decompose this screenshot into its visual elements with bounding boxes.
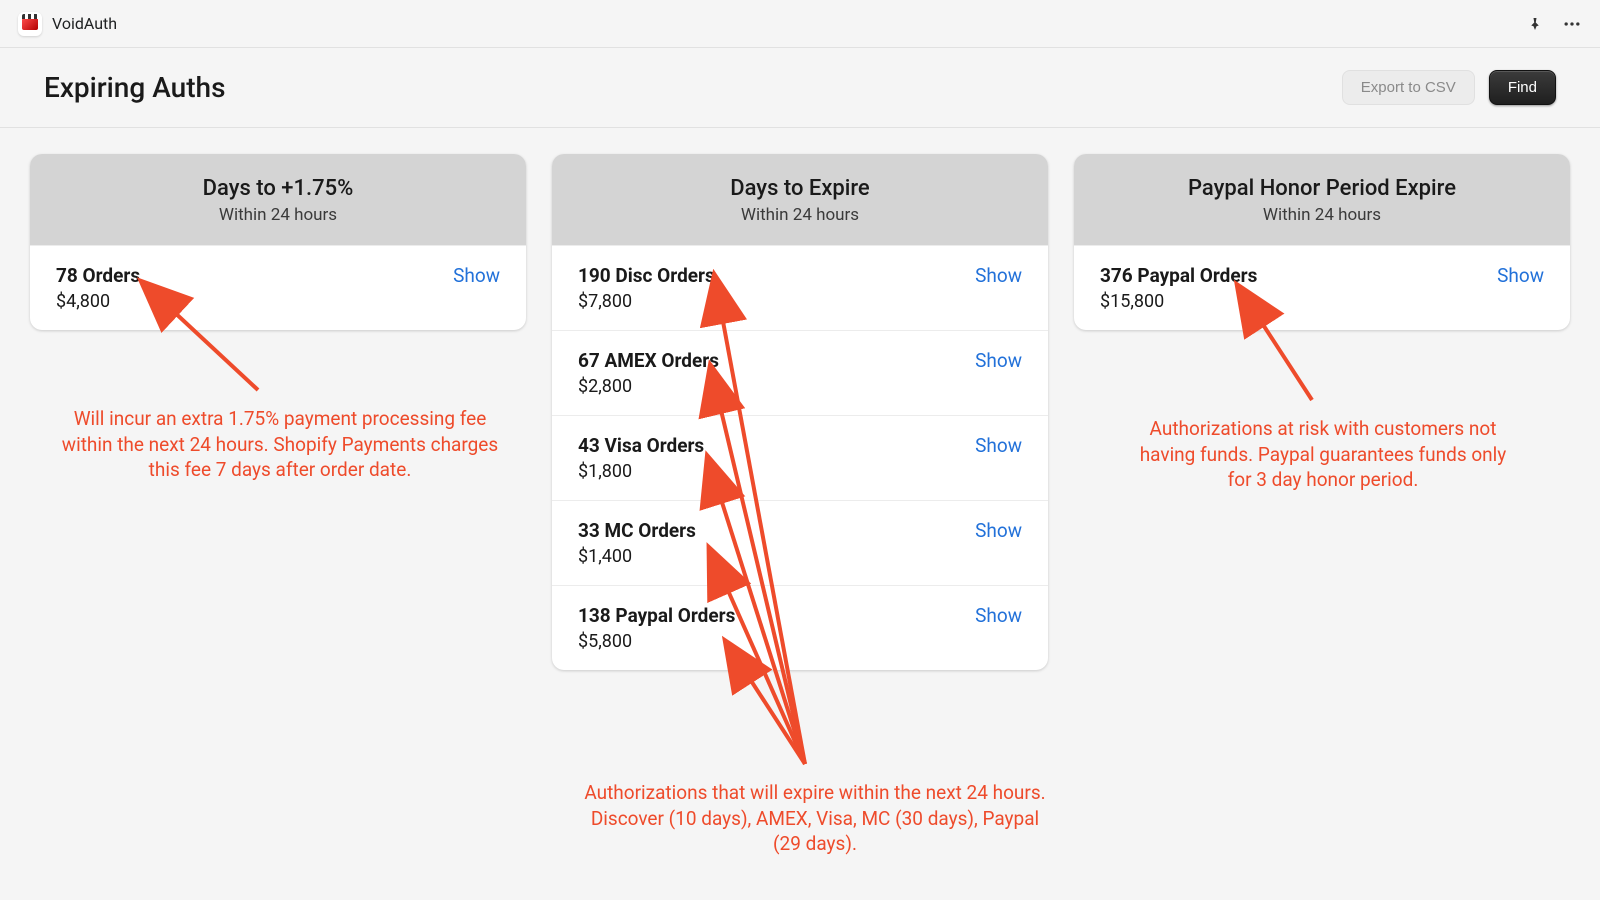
card-row: 43 Visa Orders $1,800 Show <box>552 415 1048 500</box>
card-paypal-honor: Paypal Honor Period Expire Within 24 hou… <box>1074 154 1570 330</box>
row-amount: $2,800 <box>578 376 719 397</box>
row-amount: $1,800 <box>578 461 704 482</box>
card-row: 190 Disc Orders $7,800 Show <box>552 245 1048 330</box>
show-link[interactable]: Show <box>975 519 1022 542</box>
row-amount: $7,800 <box>578 291 715 312</box>
find-button[interactable]: Find <box>1489 70 1556 105</box>
card-row: 67 AMEX Orders $2,800 Show <box>552 330 1048 415</box>
row-amount: $15,800 <box>1100 291 1257 312</box>
pin-icon[interactable] <box>1526 15 1544 33</box>
show-link[interactable]: Show <box>1497 264 1544 287</box>
card-title: Days to Expire <box>562 176 1038 201</box>
topbar-left: VoidAuth <box>18 12 117 36</box>
row-title: 376 Paypal Orders <box>1100 264 1257 287</box>
more-icon[interactable] <box>1562 14 1582 34</box>
card-header: Days to Expire Within 24 hours <box>552 154 1048 245</box>
show-link[interactable]: Show <box>453 264 500 287</box>
card-subtitle: Within 24 hours <box>40 205 516 225</box>
card-row: 138 Paypal Orders $5,800 Show <box>552 585 1048 670</box>
show-link[interactable]: Show <box>975 264 1022 287</box>
topbar: VoidAuth <box>0 0 1600 48</box>
card-row: 33 MC Orders $1,400 Show <box>552 500 1048 585</box>
card-days-to-fee: Days to +1.75% Within 24 hours 78 Orders… <box>30 154 526 330</box>
annotation-middle: Authorizations that will expire within t… <box>580 780 1050 857</box>
show-link[interactable]: Show <box>975 349 1022 372</box>
page-header: Expiring Auths Export to CSV Find <box>0 48 1600 128</box>
row-amount: $5,800 <box>578 631 735 652</box>
content: Days to +1.75% Within 24 hours 78 Orders… <box>0 128 1600 696</box>
card-subtitle: Within 24 hours <box>562 205 1038 225</box>
card-row: 78 Orders $4,800 Show <box>30 245 526 330</box>
card-header: Paypal Honor Period Expire Within 24 hou… <box>1074 154 1570 245</box>
card-days-to-expire: Days to Expire Within 24 hours 190 Disc … <box>552 154 1048 670</box>
card-row: 376 Paypal Orders $15,800 Show <box>1074 245 1570 330</box>
row-title: 78 Orders <box>56 264 140 287</box>
row-title: 43 Visa Orders <box>578 434 704 457</box>
header-actions: Export to CSV Find <box>1342 70 1556 105</box>
app-name: VoidAuth <box>52 14 117 33</box>
row-amount: $1,400 <box>578 546 696 567</box>
topbar-right <box>1526 14 1582 34</box>
card-header: Days to +1.75% Within 24 hours <box>30 154 526 245</box>
page-title: Expiring Auths <box>44 71 226 104</box>
row-title: 138 Paypal Orders <box>578 604 735 627</box>
card-title: Days to +1.75% <box>40 176 516 201</box>
row-title: 190 Disc Orders <box>578 264 715 287</box>
card-title: Paypal Honor Period Expire <box>1084 176 1560 201</box>
show-link[interactable]: Show <box>975 434 1022 457</box>
app-icon <box>18 12 42 36</box>
row-title: 33 MC Orders <box>578 519 696 542</box>
row-title: 67 AMEX Orders <box>578 349 719 372</box>
show-link[interactable]: Show <box>975 604 1022 627</box>
card-subtitle: Within 24 hours <box>1084 205 1560 225</box>
row-amount: $4,800 <box>56 291 140 312</box>
export-csv-button[interactable]: Export to CSV <box>1342 70 1475 105</box>
